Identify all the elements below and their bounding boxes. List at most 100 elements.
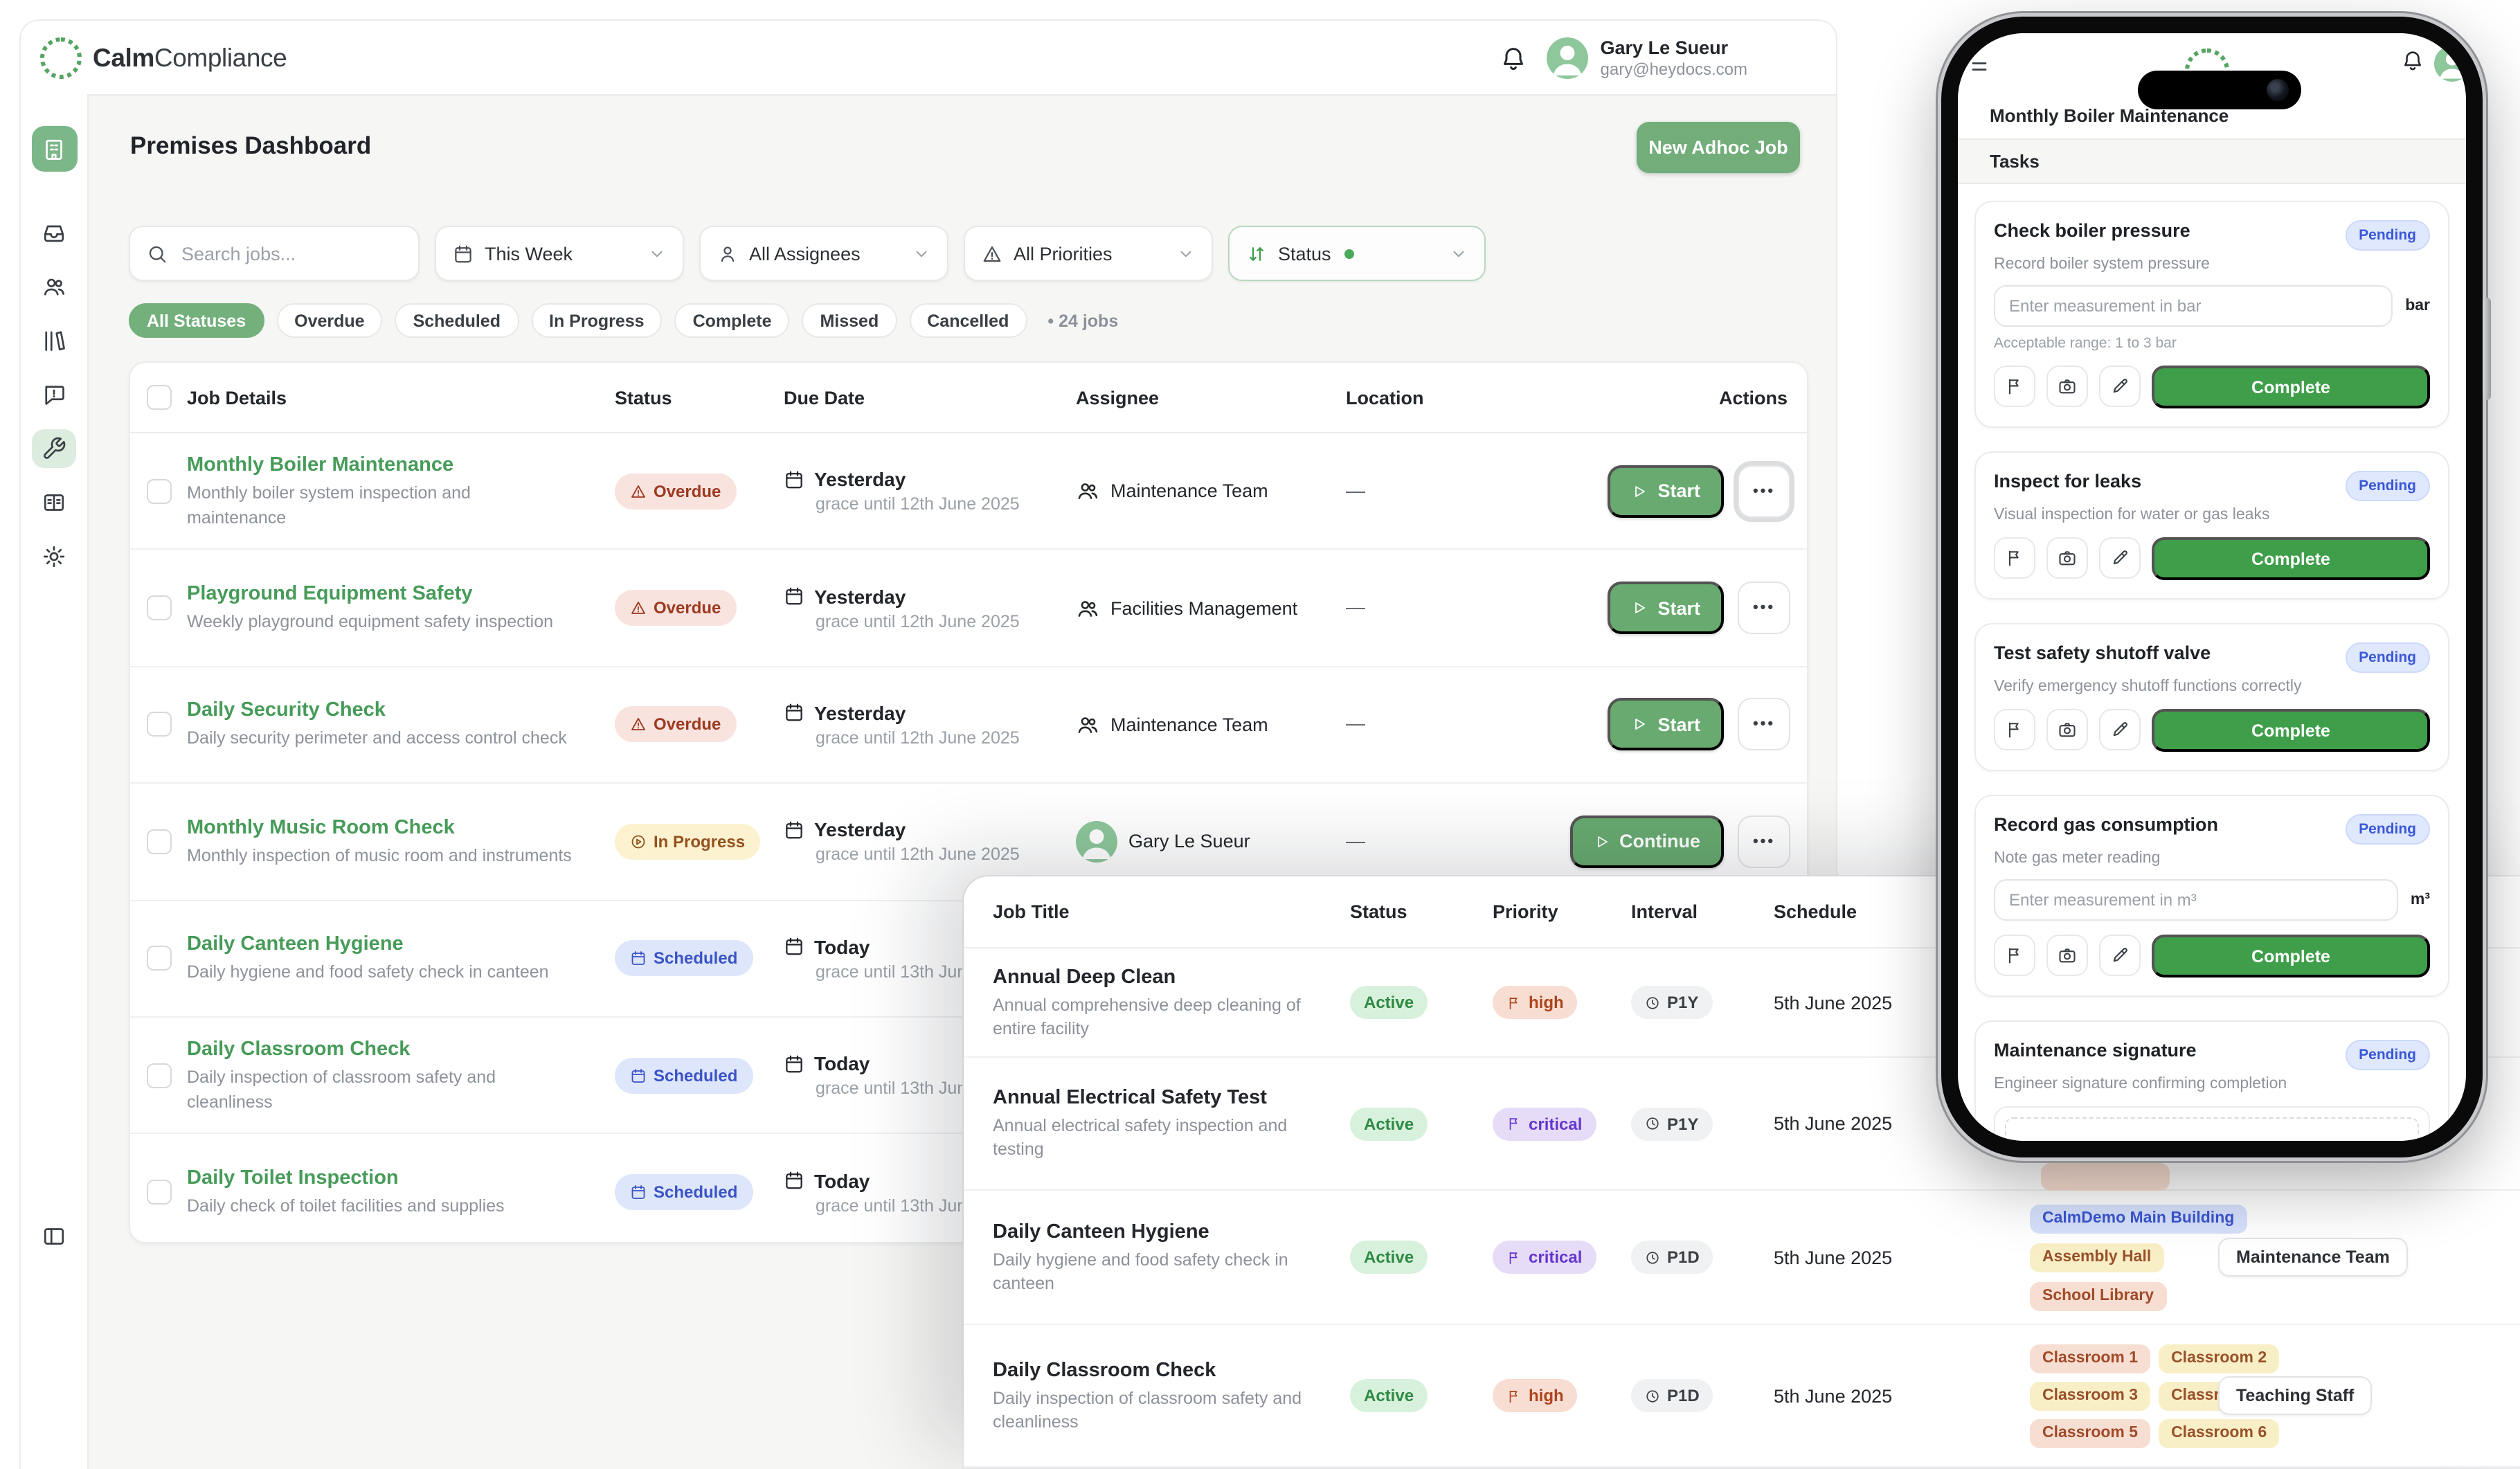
sidebar-item-people[interactable] bbox=[32, 267, 76, 306]
overlay-column-header-interval: Interval bbox=[1631, 901, 1774, 922]
assignee-cell: Maintenance Team bbox=[1076, 479, 1346, 503]
sidebar-item-maintenance[interactable] bbox=[32, 429, 76, 468]
user-menu[interactable]: Gary Le Sueur gary@heydocs.com bbox=[1547, 37, 1747, 78]
signature-field[interactable] bbox=[1994, 1106, 2430, 1141]
job-title-link[interactable]: Daily Security Check bbox=[187, 699, 615, 723]
continue-button[interactable]: Continue bbox=[1569, 815, 1724, 868]
search-icon bbox=[147, 243, 168, 264]
camera-button[interactable] bbox=[2046, 537, 2088, 579]
camera-button[interactable] bbox=[2046, 709, 2088, 750]
row-checkbox[interactable] bbox=[147, 829, 172, 854]
measurement-input[interactable]: Enter measurement in bar bbox=[1994, 285, 2393, 327]
status-chip-cancelled[interactable]: Cancelled bbox=[909, 303, 1027, 338]
sidebar-item-inbox[interactable] bbox=[32, 213, 76, 252]
more-actions-button[interactable]: ••• bbox=[1738, 465, 1790, 517]
camera-button[interactable] bbox=[2046, 935, 2088, 976]
overlay-job-title[interactable]: Daily Classroom Check bbox=[993, 1358, 1350, 1382]
location-tag[interactable]: Classroom 1 bbox=[2030, 1344, 2150, 1373]
job-title-link[interactable]: Daily Classroom Check bbox=[187, 1036, 615, 1061]
new-adhoc-job-button[interactable]: New Adhoc Job bbox=[1637, 122, 1800, 173]
priorities-value: All Priorities bbox=[1014, 243, 1113, 264]
date-range-filter[interactable]: This Week bbox=[435, 226, 684, 281]
start-button[interactable]: Start bbox=[1608, 582, 1724, 634]
job-title-link[interactable]: Daily Canteen Hygiene bbox=[187, 932, 615, 957]
more-actions-button[interactable]: ••• bbox=[1738, 699, 1790, 751]
overlay-job-description: Daily inspection of classroom safety and… bbox=[993, 1387, 1314, 1434]
team-tag[interactable]: Maintenance Team bbox=[2218, 1238, 2408, 1277]
pencil-button[interactable] bbox=[2099, 366, 2141, 407]
location-tag[interactable]: Classroom 6 bbox=[2159, 1418, 2279, 1448]
complete-button[interactable]: Complete bbox=[2152, 935, 2430, 977]
grace-period: grace until 12th June 2025 bbox=[816, 728, 1076, 748]
active-badge: Active bbox=[1350, 986, 1428, 1019]
flag-icon bbox=[1506, 995, 1522, 1010]
team-tag[interactable]: Teaching Staff bbox=[2218, 1376, 2372, 1415]
flag-button[interactable] bbox=[1994, 537, 2035, 579]
location-tag[interactable]: CalmDemo Main Building bbox=[2030, 1204, 2247, 1233]
start-button[interactable]: Start bbox=[1608, 465, 1724, 517]
status-chip-all-statuses[interactable]: All Statuses bbox=[129, 303, 264, 338]
row-checkbox[interactable] bbox=[147, 1063, 172, 1088]
select-all-checkbox[interactable] bbox=[147, 385, 172, 410]
job-title-link[interactable]: Monthly Music Room Check bbox=[187, 815, 615, 840]
location-tag[interactable]: Assembly Hall bbox=[2030, 1243, 2163, 1272]
due-date: Yesterday bbox=[784, 702, 1076, 724]
sidebar-item-premises[interactable] bbox=[31, 126, 77, 172]
row-checkbox[interactable] bbox=[147, 946, 172, 971]
row-checkbox[interactable] bbox=[147, 712, 172, 737]
location-tag[interactable]: School Library bbox=[2030, 1281, 2166, 1310]
status-chip-in-progress[interactable]: In Progress bbox=[531, 303, 663, 338]
flag-button[interactable] bbox=[1994, 366, 2035, 407]
panel-left-icon bbox=[42, 1224, 66, 1249]
assignees-filter[interactable]: All Assignees bbox=[699, 226, 948, 281]
menu-icon[interactable] bbox=[1969, 54, 1994, 79]
sidebar-collapse-button[interactable] bbox=[21, 1224, 87, 1249]
status-chip-bar: All Statuses Overdue Scheduled In Progress C… bbox=[129, 303, 1118, 338]
location-tag[interactable]: Classroom 2 bbox=[2159, 1344, 2279, 1373]
location-tag[interactable]: Classroom 3 bbox=[2030, 1381, 2150, 1410]
row-checkbox[interactable] bbox=[147, 478, 172, 503]
status-chip-complete[interactable]: Complete bbox=[675, 303, 790, 338]
more-actions-button[interactable]: ••• bbox=[1738, 582, 1790, 634]
complete-button[interactable]: Complete bbox=[2152, 709, 2430, 752]
start-button[interactable]: Start bbox=[1608, 699, 1724, 751]
pencil-button[interactable] bbox=[2099, 537, 2141, 579]
more-actions-button[interactable]: ••• bbox=[1738, 815, 1790, 868]
job-title-link[interactable]: Daily Toilet Inspection bbox=[187, 1166, 615, 1191]
bell-icon[interactable] bbox=[2401, 48, 2424, 72]
status-chip-scheduled[interactable]: Scheduled bbox=[395, 303, 519, 338]
sort-status-filter[interactable]: Status bbox=[1228, 226, 1486, 281]
overlay-job-title[interactable]: Daily Canteen Hygiene bbox=[993, 1219, 1350, 1244]
flag-icon bbox=[2005, 548, 2024, 568]
complete-button[interactable]: Complete bbox=[2152, 537, 2430, 580]
location-tag[interactable]: Classroom 5 bbox=[2030, 1418, 2150, 1448]
sidebar-item-records[interactable] bbox=[32, 483, 76, 522]
avatar[interactable] bbox=[2434, 46, 2466, 82]
row-checkbox[interactable] bbox=[147, 595, 172, 620]
pencil-button[interactable] bbox=[2099, 935, 2141, 976]
brand-logo[interactable]: CalmCompliance bbox=[40, 37, 287, 78]
overlay-job-title[interactable]: Annual Electrical Safety Test bbox=[993, 1085, 1350, 1110]
bell-icon[interactable] bbox=[1500, 44, 1527, 71]
pencil-button[interactable] bbox=[2099, 709, 2141, 750]
flag-button[interactable] bbox=[1994, 935, 2035, 976]
search-input[interactable] bbox=[179, 242, 392, 265]
search-box[interactable] bbox=[129, 226, 420, 281]
camera-button[interactable] bbox=[2046, 366, 2088, 407]
measurement-input[interactable]: Enter measurement in m³ bbox=[1994, 879, 2398, 921]
complete-button[interactable]: Complete bbox=[2152, 366, 2430, 408]
sidebar-item-library[interactable] bbox=[32, 321, 76, 360]
status-chip-overdue[interactable]: Overdue bbox=[276, 303, 382, 338]
flag-button[interactable] bbox=[1994, 709, 2035, 750]
inbox-icon bbox=[42, 220, 66, 245]
row-checkbox[interactable] bbox=[147, 1180, 172, 1205]
avatar bbox=[1547, 37, 1588, 78]
signature-pad[interactable] bbox=[2005, 1117, 2419, 1141]
job-title-link[interactable]: Playground Equipment Safety bbox=[187, 582, 615, 606]
job-title-link[interactable]: Monthly Boiler Maintenance bbox=[187, 452, 615, 477]
sidebar-item-issues[interactable] bbox=[32, 375, 76, 414]
sidebar-item-settings[interactable] bbox=[32, 537, 76, 576]
overlay-job-title[interactable]: Annual Deep Clean bbox=[993, 964, 1350, 989]
status-chip-missed[interactable]: Missed bbox=[802, 303, 897, 338]
priorities-filter[interactable]: All Priorities bbox=[964, 226, 1213, 281]
